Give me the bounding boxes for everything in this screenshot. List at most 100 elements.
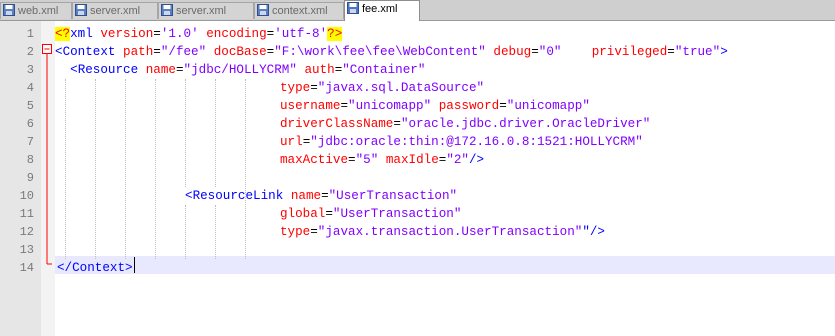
- token: "UserTransaction": [328, 189, 458, 203]
- token: <: [70, 63, 78, 77]
- line-number: 10: [19, 189, 34, 203]
- token: url: [280, 135, 303, 149]
- token: auth: [304, 63, 335, 77]
- tab-label: web.xml: [18, 5, 59, 17]
- token: global: [280, 207, 326, 221]
- token: '1.0': [160, 27, 199, 41]
- token: "5": [355, 153, 379, 167]
- code-line-6: driverClassName="oracle.jdbc.driver.Orac…: [280, 117, 651, 131]
- token: Resource: [77, 63, 139, 77]
- indent-guide: [65, 79, 66, 259]
- floppy-disk-icon: [347, 2, 359, 19]
- token: />: [469, 153, 485, 167]
- indent-guide: [185, 79, 186, 187]
- code-line-4: type="javax.sql.DataSource": [280, 81, 485, 95]
- token: "F:\work\fee\fee\WebContent": [274, 45, 486, 59]
- fold-margin[interactable]: [41, 21, 55, 336]
- token: "UserTransaction": [332, 207, 462, 221]
- line-number: 7: [26, 135, 34, 149]
- indent-guide: [95, 79, 96, 259]
- indent-guide: [215, 79, 216, 187]
- code-line-1: <?xml version='1.0' encoding='utf-8'?>: [55, 25, 343, 43]
- line-number: 8: [26, 153, 34, 167]
- floppy-disk-icon: [3, 4, 15, 21]
- text-caret: [134, 257, 135, 273]
- token: "/>: [582, 225, 605, 239]
- token: maxActive: [280, 153, 349, 167]
- indent-guide: [215, 205, 216, 259]
- tab-context-xml[interactable]: context.xml: [254, 2, 344, 19]
- token: xml: [70, 27, 93, 41]
- token: "unicomapp": [348, 99, 432, 113]
- line-number: 5: [26, 99, 34, 113]
- tab-web-xml[interactable]: web.xml: [0, 2, 72, 19]
- token: 'utf-8': [274, 27, 328, 41]
- token: name: [290, 189, 322, 203]
- code-line-2: <Context path="/fee" docBase="F:\work\fe…: [55, 45, 728, 59]
- pi-close: ?>: [327, 27, 343, 41]
- code-line-11: global="UserTransaction": [280, 207, 462, 221]
- floppy-disk-icon: [257, 4, 269, 21]
- code-line-5: username="unicomapp" password="unicomapp…: [280, 99, 590, 113]
- token: "oracle.jdbc.driver.OracleDriver": [400, 117, 651, 131]
- token: <: [185, 189, 193, 203]
- token: password: [438, 99, 500, 113]
- line-number: 6: [26, 117, 34, 131]
- code-line-3: <Resource name="jdbc/HOLLYCRM" auth="Con…: [70, 63, 426, 77]
- indent-guide: [155, 79, 156, 259]
- token: debug: [493, 45, 532, 59]
- code-line-8: maxActive="5" maxIdle="2"/>: [280, 153, 485, 167]
- tab-server-xml[interactable]: server.xml: [72, 2, 158, 19]
- token: "javax.transaction.UserTransaction": [317, 225, 583, 239]
- token: version: [100, 27, 154, 41]
- code-line-10: <ResourceLink name="UserTransaction": [185, 189, 458, 203]
- token: name: [145, 63, 176, 77]
- token: </: [57, 261, 73, 275]
- code-line-7: url="jdbc:oracle:thin:@172.16.0.8:1521:H…: [280, 135, 643, 149]
- line-number: 2: [26, 45, 34, 59]
- token: "unicomapp": [506, 99, 590, 113]
- tab-label: context.xml: [272, 5, 328, 17]
- floppy-disk-icon: [75, 4, 87, 21]
- token: Context: [62, 45, 116, 59]
- token: username: [280, 99, 341, 113]
- token: ResourceLink: [192, 189, 284, 203]
- line-number-gutter[interactable]: 1 2 3 4 5 6 7 8 9 10 11 12 13 14: [0, 21, 42, 336]
- indent-guide: [125, 79, 126, 259]
- token: >: [125, 261, 133, 275]
- indent-guide: [185, 205, 186, 259]
- token: encoding: [206, 27, 267, 41]
- token: "/fee": [160, 45, 207, 59]
- token: =: [153, 27, 161, 41]
- token: docBase: [213, 45, 267, 59]
- token: "javax.sql.DataSource": [317, 81, 485, 95]
- code-line-14: </Context>: [57, 259, 133, 277]
- token: path: [123, 45, 154, 59]
- token: maxIdle: [385, 153, 439, 167]
- tab-bar: web.xml server.xml server.xml context.xm…: [0, 0, 835, 21]
- line-number: 12: [19, 225, 34, 239]
- line-number: 3: [26, 63, 34, 77]
- token: type: [280, 81, 311, 95]
- line-number: 13: [19, 243, 34, 257]
- indent-guide: [245, 79, 246, 259]
- token: Context: [72, 261, 126, 275]
- code-editor[interactable]: <?xml version='1.0' encoding='utf-8'?> <…: [55, 21, 835, 336]
- tab-server-xml-2[interactable]: server.xml: [158, 2, 254, 19]
- floppy-disk-icon: [161, 4, 173, 21]
- token: <: [55, 45, 63, 59]
- line-number: 11: [19, 207, 34, 221]
- token: driverClassName: [280, 117, 394, 131]
- tab-fee-xml[interactable]: fee.xml: [344, 0, 420, 21]
- tab-label: server.xml: [176, 5, 227, 17]
- tab-label: server.xml: [90, 5, 141, 17]
- line-number: 4: [26, 81, 34, 95]
- code-line-12: type="javax.transaction.UserTransaction"…: [280, 225, 605, 239]
- token: type: [280, 225, 311, 239]
- token: >: [720, 45, 728, 59]
- token: "jdbc:oracle:thin:@172.16.0.8:1521:HOLLY…: [310, 135, 643, 149]
- token: "Container": [342, 63, 426, 77]
- fold-markers: [42, 44, 52, 265]
- line-number: 14: [19, 261, 34, 275]
- token: "jdbc/HOLLYCRM": [183, 63, 297, 77]
